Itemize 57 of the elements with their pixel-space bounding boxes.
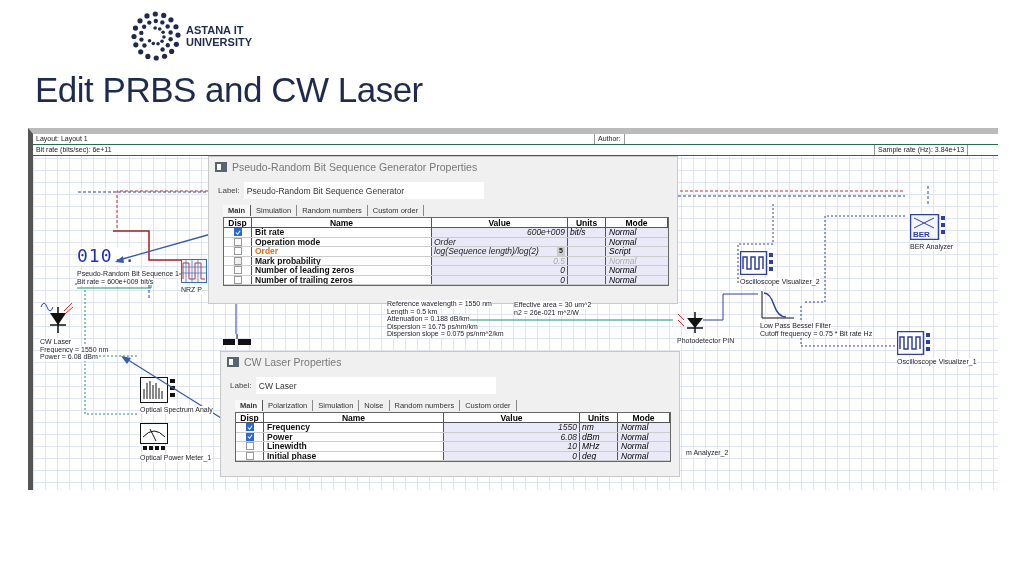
column-header: Name bbox=[264, 413, 444, 422]
mode-cell: Normal bbox=[606, 237, 668, 246]
value-cell: 600e+009 bbox=[526, 228, 565, 237]
units-cell: deg bbox=[580, 451, 618, 460]
value-cell: 6.08 bbox=[560, 432, 577, 441]
units-cell: bit/s bbox=[568, 228, 606, 237]
label-caption: Label: bbox=[230, 381, 252, 390]
bit-pattern-text[interactable]: 010.. bbox=[77, 247, 137, 265]
mode-cell: Normal bbox=[618, 451, 670, 460]
spectrum-analyzer-icon[interactable] bbox=[140, 377, 176, 403]
label-caption: Label: bbox=[218, 186, 240, 195]
oscilloscope-icon[interactable] bbox=[740, 251, 774, 275]
window-icon bbox=[215, 162, 227, 172]
mode-cell: Normal bbox=[606, 266, 668, 275]
value-cell: log(Sequence length)/log(2) bbox=[434, 247, 539, 256]
checkbox[interactable] bbox=[233, 266, 242, 275]
laser-diode-icon[interactable] bbox=[40, 299, 74, 335]
value-cell: 0 bbox=[572, 451, 577, 460]
units-cell: dBm bbox=[580, 432, 618, 441]
checkbox[interactable] bbox=[245, 432, 254, 441]
units-cell: nm bbox=[580, 423, 618, 432]
photodiode-icon[interactable] bbox=[677, 310, 705, 334]
mode-cell: Normal bbox=[606, 256, 668, 265]
mode-cell: Normal bbox=[618, 442, 670, 451]
checkbox[interactable] bbox=[245, 451, 254, 460]
pulse-generator-icon[interactable] bbox=[181, 259, 207, 283]
power-meter-icon[interactable] bbox=[140, 423, 168, 451]
component-icon[interactable] bbox=[223, 334, 251, 346]
checkbox[interactable] bbox=[233, 247, 242, 256]
mode-cell: Script bbox=[606, 247, 668, 256]
column-header: Name bbox=[252, 218, 432, 227]
label-field[interactable]: CW Laser bbox=[255, 377, 496, 394]
value-cell: 0 bbox=[560, 275, 565, 284]
window-icon bbox=[227, 357, 239, 367]
logo-icon bbox=[130, 10, 182, 62]
value-cell: 0 bbox=[560, 266, 565, 275]
checkbox[interactable] bbox=[233, 237, 242, 246]
value-cell: Order bbox=[434, 237, 456, 246]
dialog-title: CW Laser Properties bbox=[244, 356, 342, 368]
mode-cell: Normal bbox=[618, 432, 670, 441]
value-cell: 1550 bbox=[558, 423, 577, 432]
label-field[interactable]: Pseudo-Random Bit Sequence Generator bbox=[243, 182, 484, 199]
checkbox[interactable] bbox=[233, 275, 242, 284]
value-cell: 0.5 bbox=[553, 256, 565, 265]
mode-cell: Normal bbox=[618, 423, 670, 432]
checkbox[interactable] bbox=[245, 423, 254, 432]
dialog-title: Pseudo-Random Bit Sequence Generator Properties bbox=[232, 161, 478, 173]
value-cell: 10 bbox=[567, 442, 577, 451]
filter-curve-icon[interactable] bbox=[760, 291, 796, 319]
mode-cell: Normal bbox=[606, 275, 668, 284]
mode-cell: Normal bbox=[606, 228, 668, 237]
oscilloscope-icon[interactable] bbox=[897, 331, 931, 355]
logo-text: ASTANA IT UNIVERSITY bbox=[186, 24, 252, 48]
slide-title: Edit PRBS and CW Laser bbox=[35, 70, 423, 110]
units-cell: MHz bbox=[580, 442, 618, 451]
checkbox[interactable] bbox=[233, 228, 242, 237]
checkbox[interactable] bbox=[245, 442, 254, 451]
